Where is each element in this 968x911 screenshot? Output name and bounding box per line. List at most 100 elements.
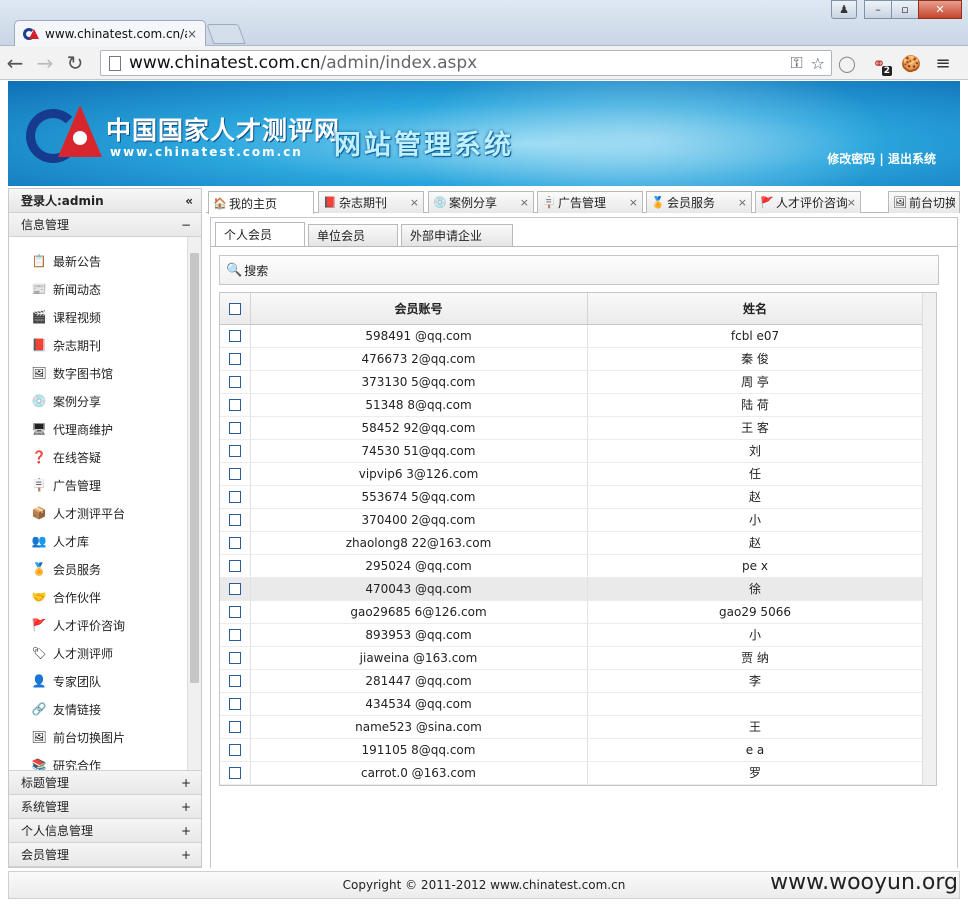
opera-extension-icon[interactable]: ◯	[836, 52, 858, 74]
browser-tab[interactable]: www.chinatest.com.cn/a ×	[14, 20, 206, 46]
rings-extension-icon[interactable]: ⚭ 2	[868, 52, 892, 76]
reload-button[interactable]: ↻	[60, 51, 90, 75]
sidebar-group[interactable]: 个人信息管理 +	[9, 819, 201, 843]
table-row[interactable]: jiaweina @163.com 贾 纳	[220, 646, 924, 670]
sidebar-group-info[interactable]: 信息管理 −	[9, 213, 201, 237]
main-tab[interactable]: 🏅 会员服务 ×	[646, 191, 752, 213]
table-row[interactable]: 51348 8@qq.com 陆 荷	[220, 393, 924, 417]
expand-group-icon[interactable]: +	[181, 848, 191, 862]
sidebar-item[interactable]: 🏅 会员服务	[9, 555, 201, 583]
search-icon[interactable]: 🔍	[226, 263, 242, 278]
collapse-group-icon[interactable]: −	[181, 218, 191, 232]
select-all-checkbox[interactable]	[228, 302, 241, 315]
row-checkbox[interactable]	[228, 629, 241, 641]
browser-menu-icon[interactable]: ≡	[932, 52, 954, 74]
main-tab[interactable]: 🏠 我的主页	[208, 191, 314, 214]
table-row[interactable]: 893953 @qq.com 小	[220, 623, 924, 647]
sidebar-item[interactable]: 💿 案例分享	[9, 387, 201, 415]
table-row[interactable]: 295024 @qq.com pe x	[220, 554, 924, 578]
expand-group-icon[interactable]: +	[181, 824, 191, 838]
row-checkbox[interactable]	[228, 468, 241, 480]
table-row[interactable]: 74530 51@qq.com 刘	[220, 439, 924, 463]
sidebar-item[interactable]: 📚 研究合作	[9, 751, 201, 770]
grid-scrollbar[interactable]	[922, 293, 936, 785]
row-checkbox[interactable]	[228, 744, 241, 756]
table-row[interactable]: carrot.0 @163.com 罗	[220, 761, 924, 785]
column-header-name[interactable]: 姓名	[587, 293, 924, 325]
close-window-button[interactable]: ✕	[918, 0, 962, 19]
sidebar-item[interactable]: 🏷 人才测评师	[9, 639, 201, 667]
main-tab[interactable]: 📕 杂志期刊 ×	[318, 191, 424, 213]
sidebar-item[interactable]: 🔗 友情链接	[9, 695, 201, 723]
main-tab[interactable]: 🖼 前台切换	[888, 191, 960, 213]
main-tab[interactable]: 🚩 人才评价咨询 ×	[755, 191, 861, 213]
sidebar-item[interactable]: ❓ 在线答疑	[9, 443, 201, 471]
expand-group-icon[interactable]: +	[181, 800, 191, 814]
sidebar-item[interactable]: 📰 新闻动态	[9, 275, 201, 303]
row-checkbox[interactable]	[228, 422, 241, 434]
main-tab[interactable]: 💿 案例分享 ×	[428, 191, 534, 213]
cookie-extension-icon[interactable]: 🍪	[900, 52, 922, 74]
sidebar-item[interactable]: 📋 最新公告	[9, 247, 201, 275]
table-row[interactable]: 370400 2@qq.com 小	[220, 508, 924, 532]
sidebar-item[interactable]: 🪧 广告管理	[9, 471, 201, 499]
sub-tab[interactable]: 外部申请企业	[401, 224, 513, 246]
sidebar-item[interactable]: 🖼 数字图书馆	[9, 359, 201, 387]
table-row[interactable]: name523 @sina.com 王	[220, 715, 924, 739]
tab-close-icon[interactable]: ×	[410, 196, 419, 209]
sidebar-item[interactable]: 🖥 代理商维护	[9, 415, 201, 443]
collapse-sidebar-icon[interactable]: «	[185, 194, 193, 208]
tab-close-icon[interactable]: ×	[629, 196, 638, 209]
sidebar-item[interactable]: 🤝 合作伙伴	[9, 583, 201, 611]
table-row[interactable]: vipvip6 3@126.com 任	[220, 462, 924, 486]
expand-group-icon[interactable]: +	[181, 776, 191, 790]
key-icon[interactable]: ⚿	[790, 53, 802, 73]
row-checkbox[interactable]	[228, 445, 241, 457]
row-checkbox[interactable]	[228, 652, 241, 664]
row-checkbox[interactable]	[228, 721, 241, 733]
row-checkbox[interactable]	[228, 606, 241, 618]
table-row[interactable]: 373130 5@qq.com 周 亭	[220, 370, 924, 394]
search-button[interactable]: 搜索	[244, 262, 268, 279]
sub-tab[interactable]: 个人会员	[215, 222, 305, 246]
row-checkbox[interactable]	[228, 399, 241, 411]
row-checkbox[interactable]	[228, 330, 241, 342]
row-checkbox[interactable]	[228, 491, 241, 503]
row-checkbox[interactable]	[228, 583, 241, 595]
row-checkbox[interactable]	[228, 353, 241, 365]
address-bar[interactable]: www.chinatest.com.cn/admin/index.aspx ⚿ …	[100, 50, 832, 76]
table-row[interactable]: 553674 5@qq.com 赵	[220, 485, 924, 509]
sidebar-group[interactable]: 标题管理 +	[9, 771, 201, 795]
new-tab-button[interactable]	[206, 24, 246, 44]
forward-button[interactable]: →	[30, 51, 60, 75]
sidebar-scroll-thumb[interactable]	[190, 253, 199, 683]
table-row[interactable]: 191105 8@qq.com e a	[220, 738, 924, 762]
table-row[interactable]: zhaolong8 22@163.com 赵	[220, 531, 924, 555]
sidebar-item[interactable]: 🎬 课程视频	[9, 303, 201, 331]
table-row[interactable]: 470043 @qq.com 徐	[220, 577, 924, 601]
maximize-button[interactable]: ▫	[891, 0, 919, 19]
sidebar-scrollbar[interactable]	[187, 237, 201, 770]
sidebar-item[interactable]: 👥 人才库	[9, 527, 201, 555]
sidebar-item[interactable]: 📦 人才测评平台	[9, 499, 201, 527]
sidebar-item[interactable]: 📕 杂志期刊	[9, 331, 201, 359]
tab-close-icon[interactable]: ×	[520, 196, 529, 209]
row-checkbox[interactable]	[228, 560, 241, 572]
sidebar-item[interactable]: 🚩 人才评价咨询	[9, 611, 201, 639]
table-row[interactable]: 58452 92@qq.com 王 客	[220, 416, 924, 440]
minimize-button[interactable]: –	[864, 0, 892, 19]
table-row[interactable]: 281447 @qq.com 李	[220, 669, 924, 693]
column-header-account[interactable]: 会员账号	[250, 293, 588, 325]
main-tab[interactable]: 🪧 广告管理 ×	[537, 191, 643, 213]
sidebar-item[interactable]: 🖼 前台切换图片	[9, 723, 201, 751]
row-checkbox[interactable]	[228, 675, 241, 687]
sidebar-group[interactable]: 会员管理 +	[9, 843, 201, 867]
row-checkbox[interactable]	[228, 537, 241, 549]
row-checkbox[interactable]	[228, 376, 241, 388]
tab-close-icon[interactable]: ×	[187, 27, 197, 41]
table-row[interactable]: gao29685 6@126.com gao29 5066	[220, 600, 924, 624]
user-profile-button[interactable]: ♟	[831, 0, 857, 19]
tab-close-icon[interactable]: ×	[738, 196, 747, 209]
sidebar-group[interactable]: 系统管理 +	[9, 795, 201, 819]
tab-close-icon[interactable]: ×	[847, 196, 856, 209]
